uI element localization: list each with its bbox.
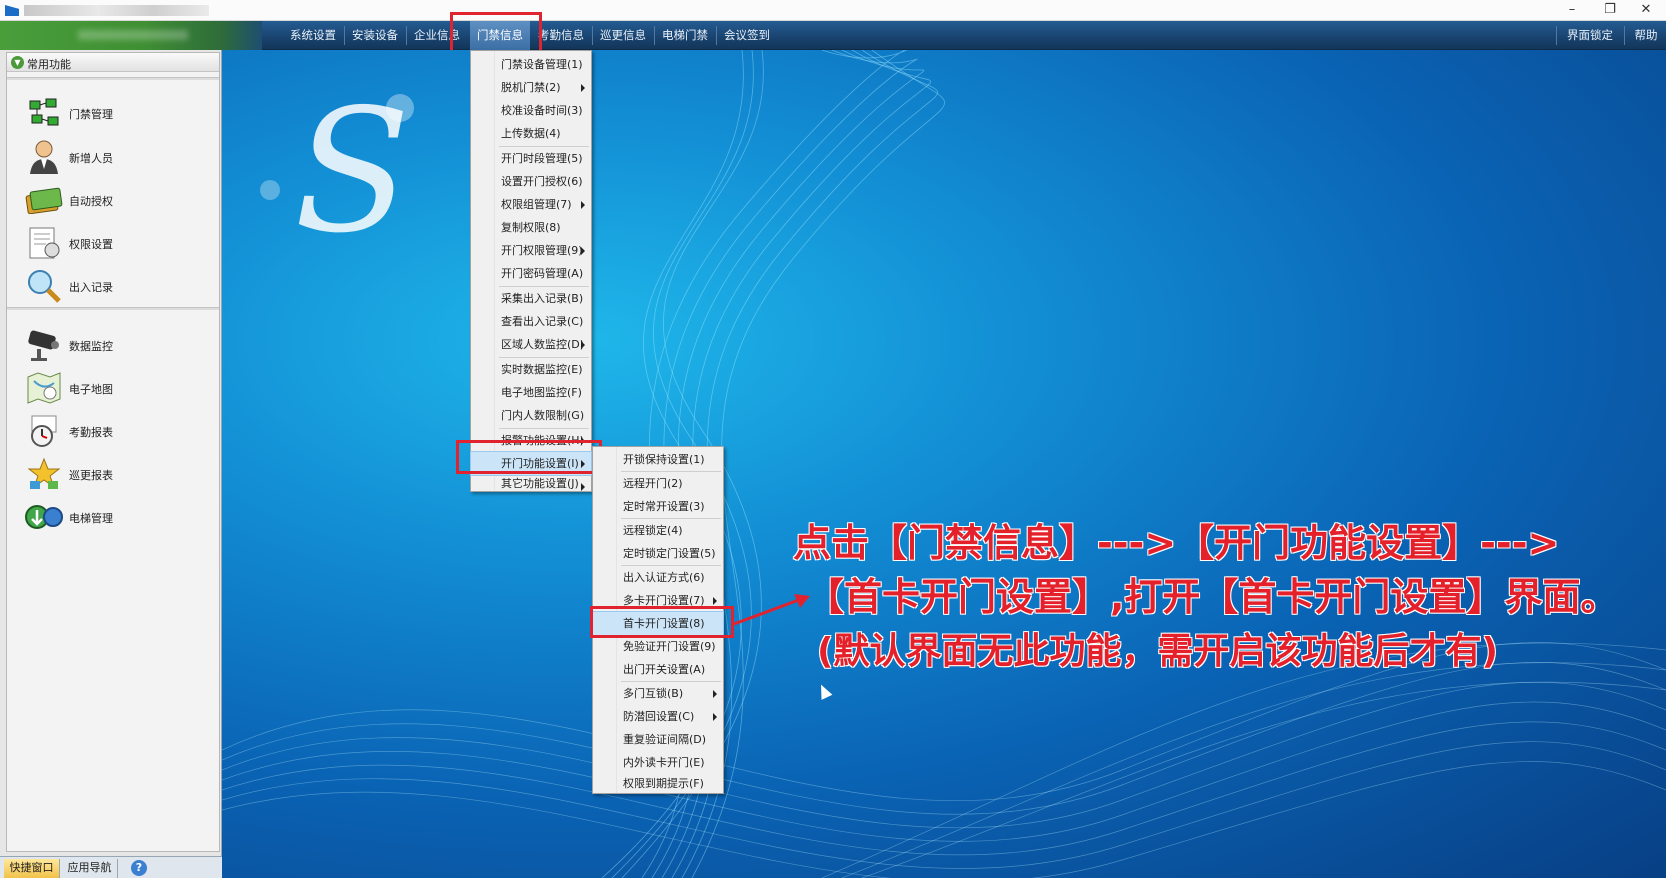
- elevator-icon: [25, 499, 63, 535]
- menu-item-map-monitor[interactable]: 电子地图监控(F): [471, 381, 591, 404]
- menu-item-door-function-settings[interactable]: 开门功能设置(I): [470, 451, 592, 476]
- sidebar-item-e-map[interactable]: 电子地图: [17, 368, 212, 408]
- submenu-item-timed-open[interactable]: 定时常开设置(3): [593, 495, 723, 518]
- sidebar-item-label: 巡更报表: [69, 469, 113, 482]
- menu-item-door-permission[interactable]: 开门权限管理(9): [471, 239, 591, 262]
- sidebar-item-attendance-report[interactable]: 考勤报表: [17, 411, 212, 451]
- submenu-item-exit-switch[interactable]: 出门开关设置(A): [593, 658, 723, 681]
- sidebar-item-label: 自动授权: [69, 195, 113, 208]
- menu-item-upload-data[interactable]: 上传数据(4): [471, 122, 591, 145]
- sidebar-item-label: 权限设置: [69, 238, 113, 251]
- sidebar-item-label: 新增人员: [69, 152, 113, 165]
- card-authorize-icon: [25, 182, 63, 218]
- menu-item-time-period[interactable]: 开门时段管理(5): [471, 147, 591, 170]
- submenu-item-auth-mode[interactable]: 出入认证方式(6): [593, 566, 723, 589]
- menu-item-other-settings[interactable]: 其它功能设置(J): [471, 475, 591, 493]
- menu-meeting-signin[interactable]: 会议签到: [718, 21, 776, 50]
- restore-button[interactable]: ❐: [1590, 0, 1630, 21]
- sidebar-item-permission-settings[interactable]: 权限设置: [17, 223, 212, 263]
- sidebar-item-data-monitor[interactable]: 数据监控: [17, 325, 212, 365]
- submenu-item-remote-open[interactable]: 远程开门(2): [593, 472, 723, 495]
- annotation-line-1: 点击【门禁信息】--->【开门功能设置】--->: [792, 521, 1560, 566]
- door-access-icon: [25, 95, 63, 131]
- sidebar-item-auto-authorize[interactable]: 自动授权: [17, 180, 212, 220]
- menu-item-offline-access[interactable]: 脱机门禁(2): [471, 76, 591, 99]
- submenu-item-anti-passback[interactable]: 防潜回设置(C): [593, 705, 723, 728]
- menu-company-info[interactable]: 企业信息: [408, 21, 466, 50]
- sidebar-header-label: 常用功能: [27, 58, 71, 71]
- tab-app-navigation[interactable]: 应用导航: [62, 859, 118, 878]
- menu-item-alarm-settings[interactable]: 报警功能设置(H): [471, 429, 591, 452]
- quick-panel: ▼ 常用功能 门禁管理 新增人员 自动授权 权限设置 出入记录 数据监控 电子地…: [6, 52, 220, 852]
- sidebar-header[interactable]: ▼ 常用功能: [7, 53, 219, 72]
- menu-item-view-records[interactable]: 查看出入记录(C): [471, 310, 591, 333]
- annotation-line-3: (默认界面无此功能，需开启该功能后才有): [817, 631, 1499, 673]
- access-info-dropdown: 门禁设备管理(1) 脱机门禁(2) 校准设备时间(3) 上传数据(4) 开门时段…: [470, 50, 592, 492]
- help-icon[interactable]: ?: [131, 860, 147, 876]
- minimize-button[interactable]: –: [1552, 0, 1592, 21]
- app-icon: [5, 5, 19, 16]
- submenu-item-repeat-interval[interactable]: 重复验证间隔(D): [593, 728, 723, 751]
- door-function-submenu: 开锁保持设置(1) 远程开门(2) 定时常开设置(3) 远程锁定(4) 定时锁定…: [592, 446, 724, 794]
- desktop-background: S: [222, 50, 1666, 878]
- submenu-item-expiry-reminder[interactable]: 权限到期提示(F): [593, 774, 723, 794]
- annotation-line-2: 【首卡开门设置】,打开【首卡开门设置】界面。: [805, 575, 1619, 620]
- title-bar: – ❐ ✕: [0, 0, 1666, 21]
- wave-decoration: S: [222, 50, 1666, 878]
- sidebar-item-label: 出入记录: [69, 281, 113, 294]
- tab-quick-window[interactable]: 快捷窗口: [4, 859, 60, 878]
- sidebar-item-label: 门禁管理: [69, 108, 113, 121]
- menu-item-copy-permission[interactable]: 复制权限(8): [471, 216, 591, 239]
- sidebar: ▼ 常用功能 门禁管理 新增人员 自动授权 权限设置 出入记录 数据监控 电子地…: [0, 50, 222, 878]
- sidebar-item-door-access[interactable]: 门禁管理: [17, 93, 212, 133]
- sidebar-item-label: 考勤报表: [69, 426, 113, 439]
- menu-system-settings[interactable]: 系统设置: [284, 21, 342, 50]
- clock-report-icon: [25, 413, 63, 449]
- sidebar-item-access-records[interactable]: 出入记录: [17, 266, 212, 306]
- camera-monitor-icon: [25, 327, 63, 363]
- menu-item-collect-records[interactable]: 采集出入记录(B): [471, 287, 591, 310]
- menu-item-area-count[interactable]: 区域人数监控(D): [471, 333, 591, 356]
- menu-install-device[interactable]: 安装设备: [346, 21, 404, 50]
- sidebar-item-add-person[interactable]: 新增人员: [17, 137, 212, 177]
- menu-lock-ui[interactable]: 界面锁定: [1558, 21, 1622, 50]
- main-menubar: 系统设置 安装设备 企业信息 门禁信息 考勤信息 巡更信息 电梯门禁 会议签到 …: [0, 21, 1666, 50]
- menu-attendance-info[interactable]: 考勤信息: [532, 21, 590, 50]
- menu-item-device-mgmt[interactable]: 门禁设备管理(1): [471, 53, 591, 76]
- submenu-item-in-out-reader[interactable]: 内外读卡开门(E): [593, 751, 723, 774]
- person-add-icon: [25, 139, 63, 175]
- menu-item-realtime-monitor[interactable]: 实时数据监控(E): [471, 358, 591, 381]
- sidebar-bottom-tabs: 快捷窗口 应用导航 ?: [0, 856, 222, 878]
- menu-patrol-info[interactable]: 巡更信息: [594, 21, 652, 50]
- permission-icon: [25, 225, 63, 261]
- map-icon: [25, 370, 63, 406]
- submenu-item-first-card[interactable]: 首卡开门设置(8): [592, 611, 724, 636]
- menu-elevator-access[interactable]: 电梯门禁: [656, 21, 714, 50]
- collapse-icon: ▼: [11, 56, 24, 69]
- menu-item-occupancy-limit[interactable]: 门内人数限制(G): [471, 404, 591, 427]
- menu-item-set-authorization[interactable]: 设置开门授权(6): [471, 170, 591, 193]
- logo-area: [0, 21, 262, 50]
- submenu-item-interlock[interactable]: 多门互锁(B): [593, 682, 723, 705]
- sidebar-item-patrol-report[interactable]: 巡更报表: [17, 454, 212, 494]
- menu-access-control-info[interactable]: 门禁信息: [470, 21, 530, 50]
- sidebar-item-label: 电梯管理: [69, 512, 113, 525]
- sidebar-item-label: 数据监控: [69, 340, 113, 353]
- menu-help[interactable]: 帮助: [1626, 21, 1666, 50]
- submenu-item-timed-lock[interactable]: 定时锁定门设置(5): [593, 542, 723, 565]
- close-button[interactable]: ✕: [1626, 0, 1666, 21]
- menu-item-sync-time[interactable]: 校准设备时间(3): [471, 99, 591, 122]
- window-title: [24, 5, 209, 16]
- submenu-item-no-verify[interactable]: 免验证开门设置(9): [593, 635, 723, 658]
- submenu-item-unlock-hold[interactable]: 开锁保持设置(1): [593, 448, 723, 471]
- menu-item-permission-group[interactable]: 权限组管理(7): [471, 193, 591, 216]
- menu-item-door-password[interactable]: 开门密码管理(A): [471, 262, 591, 285]
- submenu-item-multi-card[interactable]: 多卡开门设置(7): [593, 589, 723, 612]
- sidebar-item-elevator[interactable]: 电梯管理: [17, 497, 212, 537]
- search-record-icon: [25, 268, 63, 304]
- sidebar-item-label: 电子地图: [69, 383, 113, 396]
- patrol-report-icon: [25, 456, 63, 492]
- submenu-item-remote-lock[interactable]: 远程锁定(4): [593, 519, 723, 542]
